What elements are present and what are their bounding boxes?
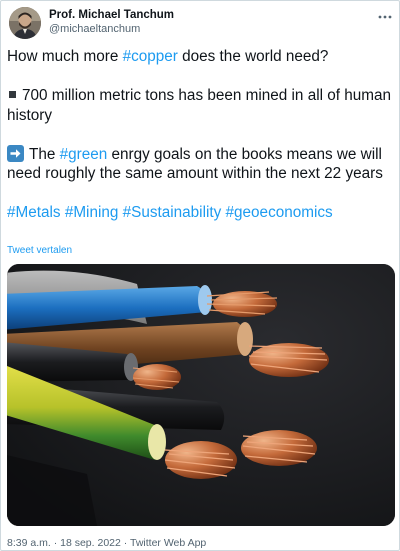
hashtag-mining[interactable]: #Mining <box>65 204 119 221</box>
tweet-line-arrow: The #green enrgy goals on the books mean… <box>7 144 395 184</box>
hashtag-copper[interactable]: #copper <box>123 48 178 65</box>
text-segment: 700 million metric tons has been mined i… <box>7 87 392 124</box>
tweet-footer: 8:39 a.m. · 18 sep. 2022 · Twitter Web A… <box>7 537 206 549</box>
footer-separator: · <box>50 537 61 549</box>
text-segment: The <box>29 145 60 163</box>
hashtag-sustainability[interactable]: #Sustainability <box>123 204 222 221</box>
author-names: Prof. Michael Tanchum @michaeltanchum <box>49 8 174 36</box>
avatar-image <box>9 7 41 39</box>
tweet-text: How much more #copper does the world nee… <box>7 47 395 223</box>
hashtag-metals[interactable]: #Metals <box>7 204 61 221</box>
author-handle[interactable]: @michaeltanchum <box>49 22 174 36</box>
more-horizontal-icon[interactable] <box>377 9 393 19</box>
tweet-line-question: How much more #copper does the world nee… <box>7 47 395 67</box>
tweet-hashtags: #Metals #Mining #Sustainability #geoecon… <box>7 203 395 223</box>
text-segment: does the world need? <box>177 48 329 65</box>
tweet-time[interactable]: 8:39 a.m. <box>7 537 51 549</box>
text-segment: How much more <box>7 48 123 65</box>
avatar[interactable] <box>9 7 41 39</box>
tweet-card: Prof. Michael Tanchum @michaeltanchum Ho… <box>0 0 400 551</box>
tweet-source[interactable]: Twitter Web App <box>130 537 206 549</box>
translate-tweet-link[interactable]: Tweet vertalen <box>7 245 72 256</box>
black-square-icon <box>9 91 16 99</box>
tweet-media-image[interactable] <box>7 264 395 526</box>
tweet-header: Prof. Michael Tanchum @michaeltanchum <box>9 7 393 41</box>
tweet-line-bullet: 700 million metric tons has been mined i… <box>7 86 395 125</box>
footer-separator: · <box>120 537 130 549</box>
hashtag-geoeconomics[interactable]: #geoeconomics <box>226 204 333 221</box>
hashtag-green[interactable]: #green <box>60 146 108 163</box>
copper-cables-photo <box>7 264 395 526</box>
right-arrow-icon <box>7 144 24 162</box>
tweet-date[interactable]: 18 sep. 2022 <box>60 537 121 549</box>
author-display-name[interactable]: Prof. Michael Tanchum <box>49 8 174 22</box>
